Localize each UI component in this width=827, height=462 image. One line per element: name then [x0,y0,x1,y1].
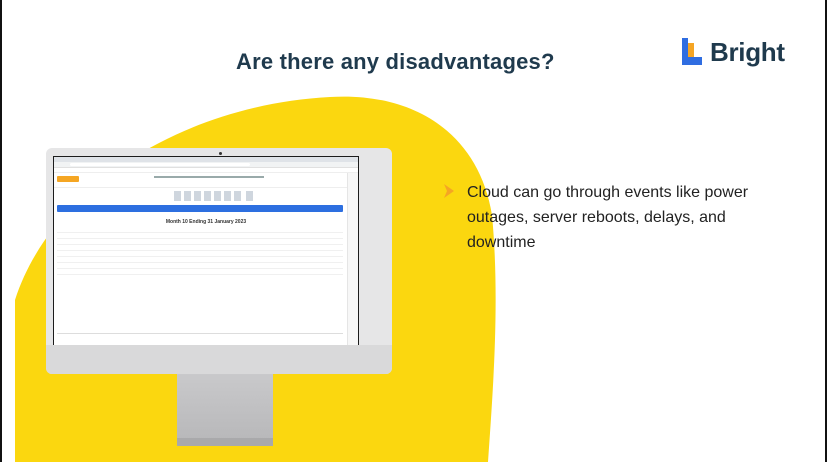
toolbar-icon [214,191,221,201]
app-toolbar [54,188,358,204]
left-border [0,0,2,462]
bullet-text: Cloud can go through events like power o… [467,184,749,251]
toolbar-icon [174,191,181,201]
timeline-bar [57,205,343,212]
monitor-screen: Month 10 Ending 31 January 2023 [53,156,359,346]
monitor-stand-base [177,438,273,446]
table-footer [57,333,343,338]
app-nav [154,176,264,178]
slide-title: Are there any disadvantages? [236,49,555,74]
table-row [57,269,343,275]
chevron-right-icon [444,184,454,198]
monitor-chin [46,345,392,374]
screen-table [57,227,343,275]
screen-sidebar [347,173,358,345]
toolbar-icon [246,191,253,201]
monitor-stand [177,374,273,444]
bright-logo-icon [682,38,702,65]
url-field [70,163,250,166]
toolbar-icon [194,191,201,201]
screen-heading: Month 10 Ending 31 January 2023 [165,219,247,225]
toolbar-icon [204,191,211,201]
toolbar-icon [234,191,241,201]
camera-dot [219,152,222,155]
toolbar-icon [224,191,231,201]
logo-text: Bright [710,36,785,67]
app-header [54,173,358,188]
slide: Are there any disadvantages? Bright Mont… [0,0,827,462]
app-menu-button [57,176,79,182]
toolbar-icon [184,191,191,201]
bullet-item: Cloud can go through events like power o… [441,180,791,255]
bright-logo: Bright [680,36,785,68]
